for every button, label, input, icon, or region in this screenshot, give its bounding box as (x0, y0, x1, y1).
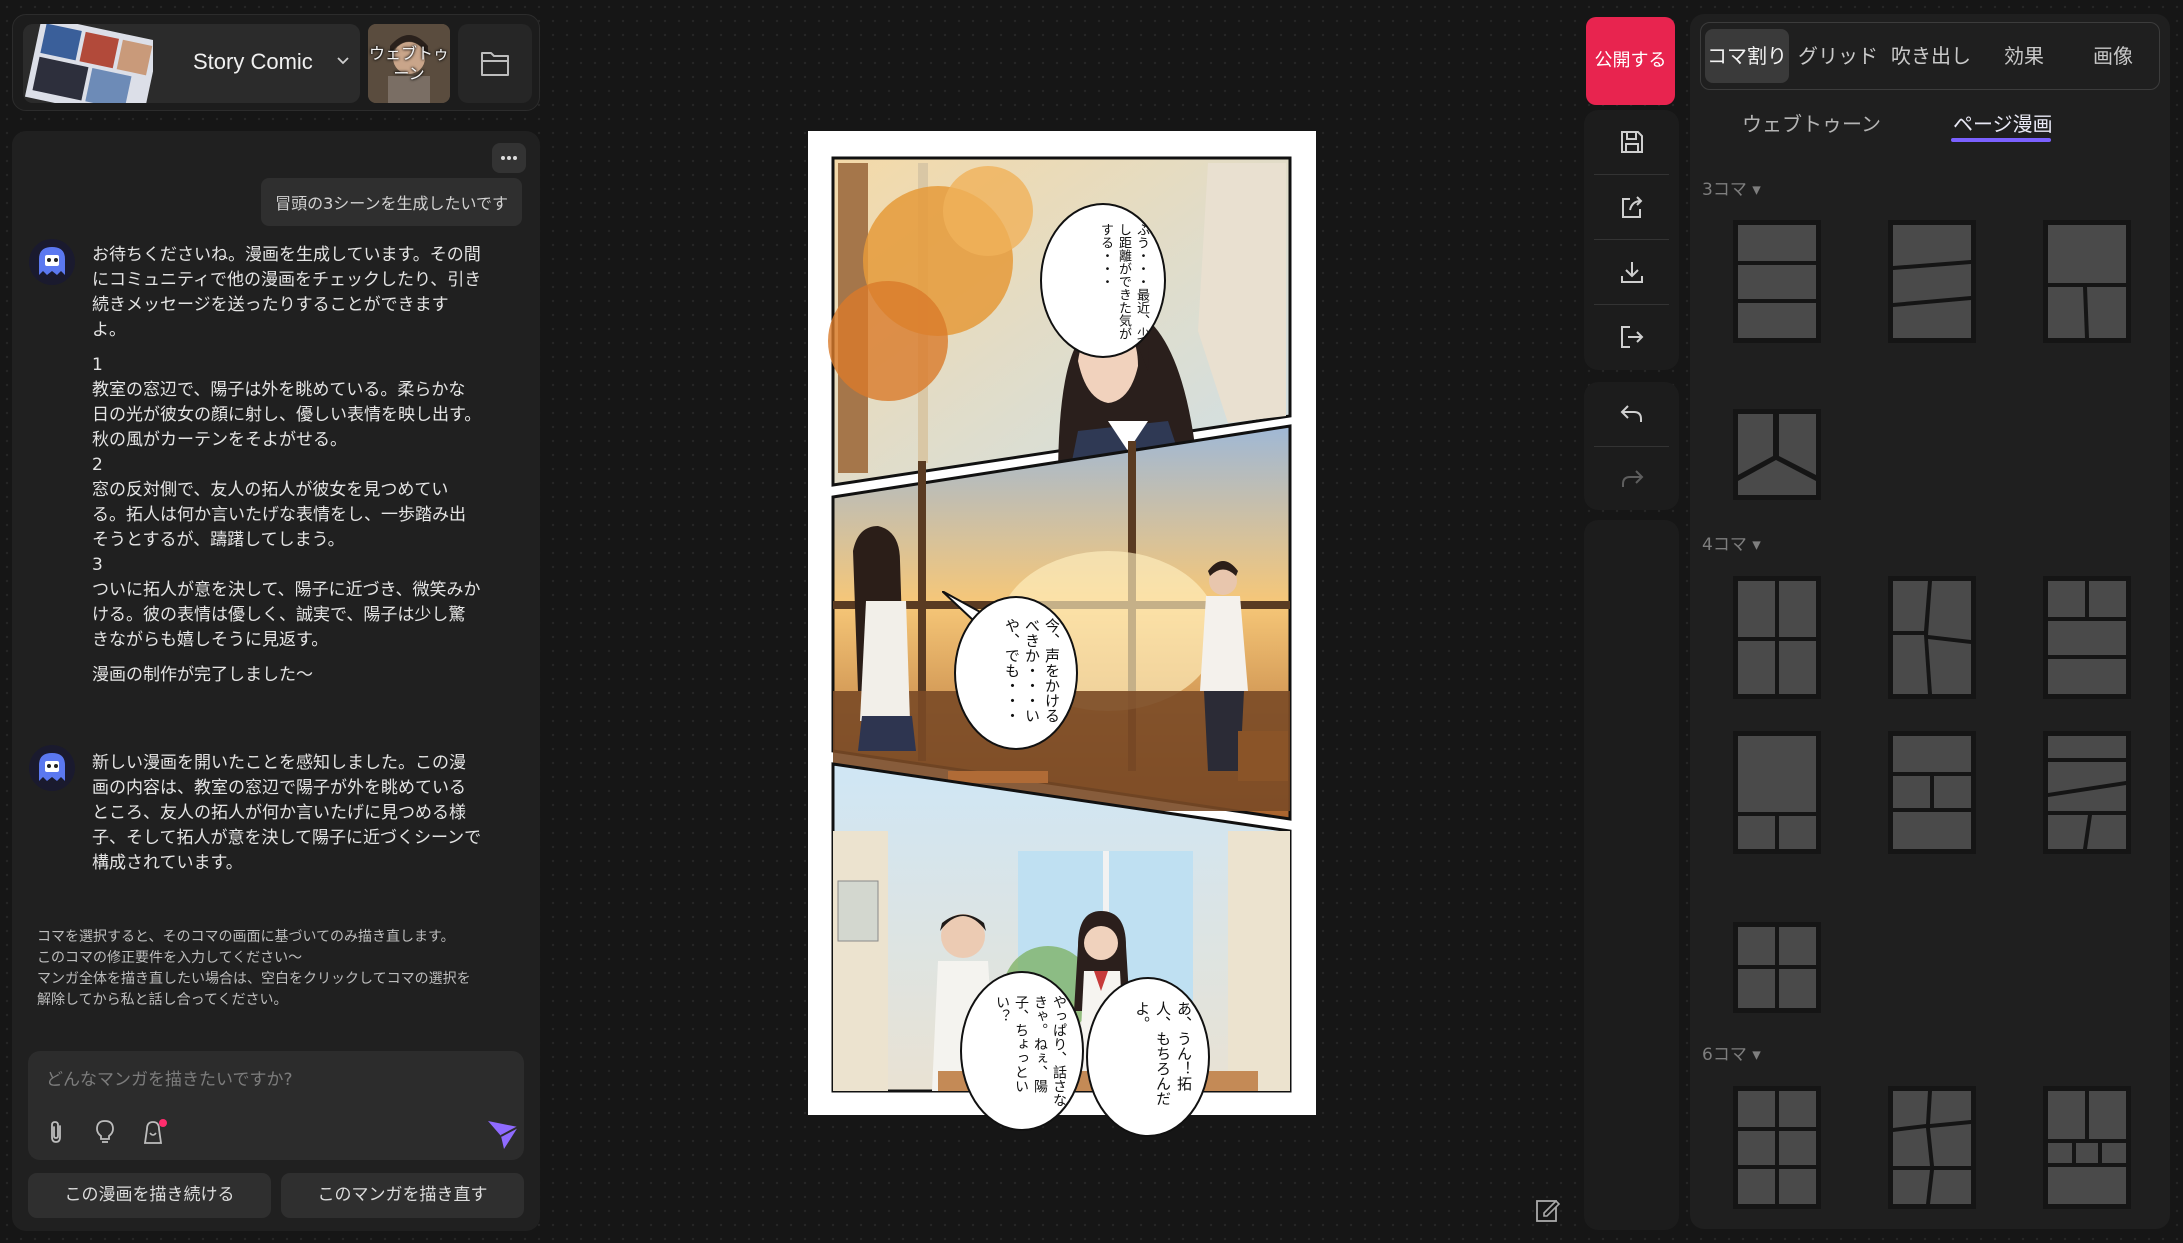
character-button[interactable] (138, 1117, 168, 1147)
send-icon[interactable] (484, 1115, 522, 1153)
prompt-input[interactable] (46, 1065, 506, 1095)
share-icon (1621, 196, 1642, 218)
more-icon (501, 156, 517, 160)
layout-thumb[interactable] (1733, 906, 1821, 1029)
hint-line: コマを選択すると、そのコマの画面に基づいてのみ描き直します。 (37, 929, 455, 945)
step-text: 教室の窓辺で、陽子は外を眺めている。柔らかな日の光が彼女の顔に射し、優しい表情を… (92, 380, 482, 450)
tool-column-empty (1584, 520, 1679, 1230)
subtab-webtoon[interactable]: ウェブトゥーン (1742, 108, 1881, 137)
layout-thumb[interactable] (1733, 393, 1821, 516)
download-icon (1620, 262, 1643, 283)
exit-button[interactable] (1584, 305, 1679, 369)
project-selector[interactable]: Story Comic (23, 24, 360, 103)
section-3-panels[interactable]: 3コマ ▾ (1702, 175, 1761, 200)
panel-tabs: コマ割り グリッド 吹き出し 効果 画像 (1700, 22, 2160, 90)
hint-line: マンガ全体を描き直したい場合は、空白をクリックしてコマの選択を (37, 971, 471, 987)
layout-thumb[interactable] (2043, 576, 2131, 699)
section-4-panels[interactable]: 4コマ ▾ (1702, 530, 1761, 555)
publish-button[interactable]: 公開する (1586, 17, 1675, 105)
step-text: 窓の反対側で、友人の拓人が彼女を見つめている。拓人は何か言いたげな表情をし、一歩… (92, 480, 466, 550)
assistant-message-1: お待ちくださいね。漫画を生成しています。その間にコミュニティで他の漫画をチェック… (92, 243, 482, 698)
step-text: ついに拓人が意を決して、陽子に近づき、微笑みかける。彼の表情は優しく、誠実で、陽… (92, 580, 481, 650)
undo-icon (1620, 405, 1642, 422)
layout-thumb[interactable] (1888, 576, 1976, 699)
tab-images[interactable]: 画像 (2069, 29, 2157, 83)
layout-thumb[interactable] (2043, 1086, 2131, 1209)
step-number: 3 (92, 555, 103, 575)
download-button[interactable] (1584, 240, 1679, 304)
save-icon (1620, 131, 1643, 153)
layout-thumb[interactable] (1733, 220, 1821, 343)
speech-bubble[interactable]: 今、声をかけるべきか・・・いや、でも・・・ (954, 596, 1078, 750)
layout-thumb[interactable] (2043, 731, 2131, 854)
editing-hint: コマを選択すると、そのコマの画面に基づいてのみ描き直します。 このコマの修正要件… (37, 927, 527, 1011)
message-intro: お待ちくださいね。漫画を生成しています。その間にコミュニティで他の漫画をチェック… (92, 245, 482, 340)
speech-bubble-text: あ、うん！拓人、もちろんだよ。 (1133, 1001, 1193, 1106)
paperclip-icon (51, 1121, 61, 1143)
hint-line: 解除してから私と話し合ってください。 (37, 992, 288, 1008)
exit-icon (1620, 326, 1643, 348)
chat-panel: 冒頭の3シーンを生成したいです お待ちくださいね。漫画を生成しています。その間に… (12, 131, 540, 1231)
subtab-underline (1951, 138, 2051, 142)
message-done: 漫画の制作が完了しました～ (92, 665, 313, 685)
notification-dot (159, 1119, 167, 1127)
tab-grid[interactable]: グリッド (1793, 29, 1883, 83)
project-name: Story Comic (193, 49, 313, 74)
tab-speech-bubble[interactable]: 吹き出し (1883, 29, 1979, 83)
layout-thumb[interactable] (1888, 731, 1976, 854)
lightbulb-icon (96, 1120, 114, 1143)
undo-button[interactable] (1584, 382, 1679, 446)
speech-bubble-text: ふう・・・最近、少し距離ができた気がする・・・ (1098, 223, 1149, 340)
user-message: 冒頭の3シーンを生成したいです (261, 178, 522, 226)
subtab-page-manga[interactable]: ページ漫画 (1953, 108, 2053, 137)
layout-thumb[interactable] (1888, 1086, 1976, 1209)
webtoon-mode-button[interactable]: ウェブトゥーン (368, 24, 450, 103)
layout-thumb[interactable] (1733, 731, 1821, 854)
inspiration-button[interactable] (90, 1117, 120, 1147)
folder-button[interactable] (458, 24, 532, 103)
redraw-comic-button[interactable]: このマンガを描き直す (281, 1173, 524, 1218)
speech-bubble[interactable]: やっぱり、話さなきゃ。ねぇ、陽子、ちょっといい？ (960, 971, 1084, 1131)
assistant-message-2: 新しい漫画を開いたことを感知しました。この漫画の内容は、教室の窓辺で陽子が外を眺… (92, 753, 482, 873)
speech-bubble-text: やっぱり、話さなきゃ。ねぇ、陽子、ちょっといい？ (994, 995, 1067, 1107)
more-options-button[interactable] (492, 143, 526, 173)
assistant-avatar-icon (29, 239, 75, 285)
speech-bubble-text: 今、声をかけるべきか・・・いや、でも・・・ (1003, 618, 1061, 723)
prompt-box (28, 1051, 524, 1160)
hint-line: このコマの修正要件を入力してください～ (37, 950, 303, 966)
file-tools (1584, 110, 1679, 370)
step-number: 1 (92, 355, 103, 375)
layout-panel: コマ割り グリッド 吹き出し 効果 画像 ウェブトゥーン ページ漫画 3コマ ▾… (1690, 14, 2170, 1229)
redo-button[interactable] (1584, 447, 1679, 511)
webtoon-mode-label: ウェブトゥーン (368, 44, 449, 83)
layout-thumb[interactable] (2043, 220, 2131, 343)
section-6-panels[interactable]: 6コマ ▾ (1702, 1040, 1761, 1065)
tab-effects[interactable]: 効果 (1979, 29, 2069, 83)
speech-bubble[interactable]: ふう・・・最近、少し距離ができた気がする・・・ (1040, 203, 1166, 358)
history-tools (1584, 382, 1679, 510)
share-button[interactable] (1584, 175, 1679, 239)
project-thumbnail (23, 24, 153, 103)
layout-thumb[interactable] (1888, 220, 1976, 343)
step-number: 2 (92, 455, 103, 475)
save-button[interactable] (1584, 110, 1679, 174)
layout-thumb[interactable] (1733, 1086, 1821, 1209)
layout-thumb[interactable] (1733, 576, 1821, 699)
comic-page: ふう・・・最近、少し距離ができた気がする・・・ 今、声をかけるべきか・・・いや、… (808, 131, 1316, 1137)
folder-icon (481, 51, 509, 76)
assistant-avatar-icon (29, 745, 75, 791)
edit-note-icon[interactable] (1534, 1196, 1562, 1224)
chevron-down-icon (335, 52, 351, 72)
redo-icon (1621, 470, 1643, 487)
speech-bubble[interactable]: あ、うん！拓人、もちろんだよ。 (1086, 977, 1210, 1137)
project-bar: Story Comic ウェブトゥーン (12, 14, 540, 111)
continue-comic-button[interactable]: この漫画を描き続ける (28, 1173, 271, 1218)
attach-button[interactable] (41, 1117, 71, 1147)
tab-panel-layout[interactable]: コマ割り (1705, 29, 1789, 83)
